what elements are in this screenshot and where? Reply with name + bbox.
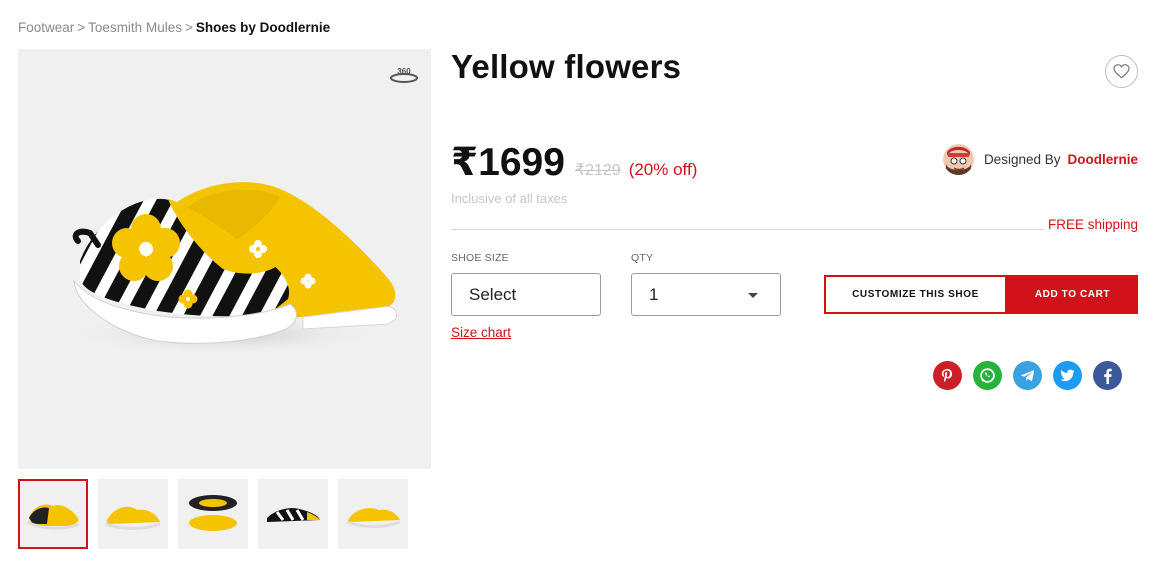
qty-value: 1 xyxy=(649,284,659,304)
360-view-icon[interactable]: 360 xyxy=(389,63,419,85)
breadcrumb-footwear[interactable]: Footwear xyxy=(18,20,74,35)
shoe-size-select[interactable]: Select xyxy=(451,273,601,316)
facebook-icon[interactable] xyxy=(1093,361,1122,390)
wishlist-button[interactable] xyxy=(1105,55,1138,88)
designer-avatar[interactable] xyxy=(942,144,974,175)
breadcrumb-separator: > xyxy=(77,20,86,35)
shoe-image xyxy=(58,182,397,356)
taxes-note: Inclusive of all taxes xyxy=(451,191,568,206)
size-chart-link[interactable]: Size chart xyxy=(451,325,511,340)
twitter-icon[interactable] xyxy=(1053,361,1082,390)
pinterest-icon[interactable] xyxy=(933,361,962,390)
whatsapp-icon[interactable] xyxy=(973,361,1002,390)
discount-label: (20% off) xyxy=(628,160,698,179)
add-to-cart-button[interactable]: ADD TO CART xyxy=(1007,275,1138,314)
product-main-image[interactable]: 360 xyxy=(18,49,431,469)
free-shipping-label: FREE shipping xyxy=(1043,217,1138,232)
thumbnail-strip xyxy=(18,479,408,549)
qty-label: QTY xyxy=(631,252,654,264)
breadcrumb-current: Shoes by Doodlernie xyxy=(195,20,331,35)
designer-name-link[interactable]: Doodlernie xyxy=(1067,152,1138,167)
thumbnail-4[interactable] xyxy=(258,479,328,549)
share-icons xyxy=(933,361,1122,390)
product-title: Yellow flowers xyxy=(451,48,682,85)
heart-icon xyxy=(1113,64,1130,79)
designer-info: Designed By Doodlernie xyxy=(942,144,1138,175)
qty-select[interactable]: 1 xyxy=(631,273,781,316)
shoe-size-value: Select xyxy=(469,284,517,304)
price: ₹1699 xyxy=(451,141,565,184)
designed-by-label: Designed By xyxy=(983,152,1061,167)
thumbnail-5[interactable] xyxy=(338,479,408,549)
telegram-icon[interactable] xyxy=(1013,361,1042,390)
breadcrumb-toesmith-mules[interactable]: Toesmith Mules xyxy=(88,20,182,35)
shoe-size-label: SHOE SIZE xyxy=(451,252,509,264)
divider xyxy=(451,229,1138,230)
original-price: ₹2129 xyxy=(574,162,621,179)
customize-shoe-button[interactable]: CUSTOMIZE THIS SHOE xyxy=(824,275,1007,314)
thumbnail-1[interactable] xyxy=(18,479,88,549)
chevron-down-icon xyxy=(748,293,758,298)
360-badge-text: 360 xyxy=(397,67,411,76)
price-row: ₹1699 ₹2129 (20% off) xyxy=(451,140,697,185)
breadcrumb: Footwear > Toesmith Mules > Shoes by Doodler… xyxy=(18,20,330,35)
breadcrumb-separator: > xyxy=(184,20,193,35)
thumbnail-3[interactable] xyxy=(178,479,248,549)
thumbnail-2[interactable] xyxy=(98,479,168,549)
